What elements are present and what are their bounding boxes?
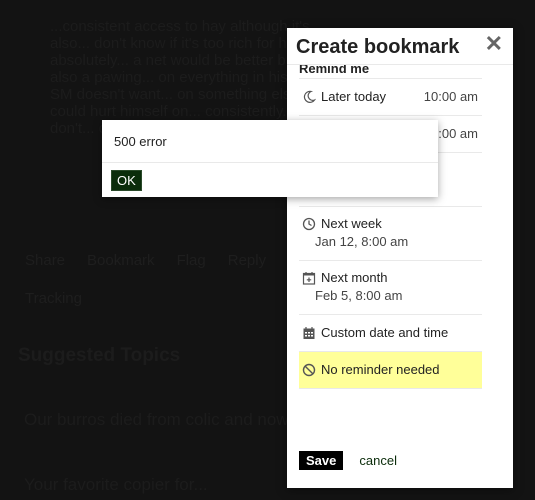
cancel-link[interactable]: cancel (359, 453, 397, 468)
option-title: Later today (321, 89, 387, 104)
option-time: 10:00 am (423, 89, 478, 104)
remind-me-label: Remind me (299, 65, 482, 79)
option-date: Jan 12, 8:00 am (315, 234, 409, 249)
save-button[interactable]: Save (299, 451, 344, 470)
suggested-topics-heading: Suggested Topics (18, 345, 181, 366)
reply-button: Reply (227, 252, 267, 269)
error-message: 500 error (114, 134, 167, 149)
calendar-icon (302, 326, 316, 340)
reminder-option-next-month[interactable]: Next month Feb 5, 8:00 am (299, 261, 482, 315)
reminder-option-custom[interactable]: Custom date and time (299, 315, 482, 352)
option-title: Next week (321, 216, 382, 231)
option-time: 8:00 am (431, 126, 478, 141)
reminder-option-none[interactable]: No reminder needed (299, 352, 482, 389)
modal-footer: Save cancel (299, 451, 397, 470)
error-dialog: 500 error OK (102, 120, 438, 197)
calendar-plus-icon (302, 271, 316, 285)
modal-header: Create bookmark ✕ (287, 28, 513, 65)
ban-icon (302, 363, 316, 377)
share-button: Share (25, 252, 66, 269)
option-title: Next month (321, 270, 388, 285)
close-button[interactable]: ✕ (485, 33, 503, 55)
tracking-dropdown: Tracking (25, 290, 82, 307)
reminder-option-next-week[interactable]: Next week Jan 12, 8:00 am (299, 207, 482, 261)
bookmark-button: Bookmark (87, 252, 155, 269)
flag-button: Flag (176, 252, 206, 269)
option-title: No reminder needed (321, 362, 440, 377)
divider (102, 162, 438, 163)
create-bookmark-modal: Create bookmark ✕ Remind me Later today … (287, 28, 513, 488)
close-icon: ✕ (484, 31, 503, 56)
moon-icon (302, 90, 316, 104)
option-title: Custom date and time (321, 325, 449, 340)
reminder-option-later-today[interactable]: Later today 10:00 am (299, 79, 482, 116)
reminder-options: Remind me Later today 10:00 am ☀ Tomorro… (299, 65, 482, 389)
post-actions: Share Bookmark Flag Reply (25, 252, 266, 269)
ok-button[interactable]: OK (111, 170, 142, 191)
suggested-topic-link: Your favorite copier for... (24, 475, 208, 494)
modal-title: Create bookmark (296, 36, 460, 58)
option-date: Feb 5, 8:00 am (315, 288, 403, 303)
clock-icon (302, 217, 316, 231)
